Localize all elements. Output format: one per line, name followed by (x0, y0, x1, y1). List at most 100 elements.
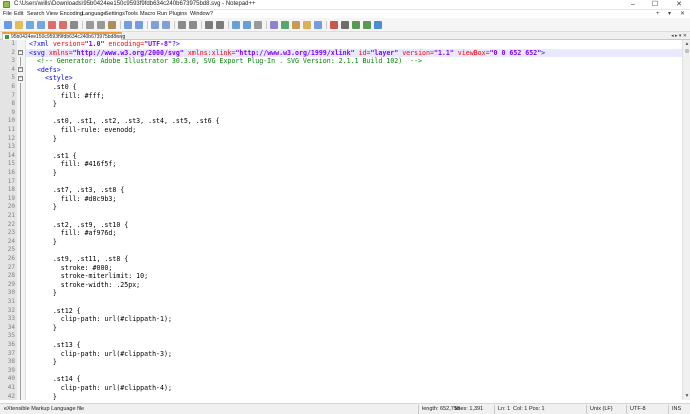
code-line[interactable]: 10 .st0, .st1, .st2, .st3, .st4, .st5, .… (8, 117, 682, 126)
code-line[interactable]: 29 stroke-width: .25px; (8, 280, 682, 290)
code-line[interactable]: 41 clip-path: url(#clippath-4); (8, 384, 682, 393)
sync-horizontal-icon[interactable] (216, 21, 224, 29)
monitoring-icon[interactable] (314, 21, 322, 29)
menu-edit[interactable]: Edit (14, 10, 23, 18)
menu-search[interactable]: Search (27, 10, 44, 18)
new-file-icon[interactable] (4, 21, 12, 29)
code-line[interactable]: 19 fill: #d8c9b3; (8, 194, 682, 204)
all-chars-icon[interactable] (243, 21, 251, 29)
code-line[interactable]: 9 (11, 108, 682, 118)
menu-run[interactable]: Run (157, 10, 167, 18)
code-line[interactable]: 34 } (8, 323, 682, 333)
code-line[interactable]: 16 } (8, 169, 682, 178)
menu-encoding[interactable]: Encoding (60, 10, 83, 18)
close-icon[interactable] (48, 21, 56, 29)
code-line[interactable]: 15 fill: #416f5f; (8, 160, 682, 169)
fold-toggle-icon[interactable]: − (18, 50, 23, 56)
code-line[interactable]: 11 fill-rule: evenodd; (8, 126, 682, 135)
code-line[interactable]: 39 (8, 366, 682, 376)
menu-tools[interactable]: Tools (125, 10, 138, 18)
document-tab[interactable]: 95b0424ee150c9593f9fdb634c240b673975bd8.… (2, 32, 125, 40)
code-line[interactable]: 30 } (8, 289, 682, 298)
code-line[interactable]: 21 (8, 212, 682, 221)
code-line[interactable]: 20 } (8, 203, 682, 212)
maximize-button[interactable]: ☐ (648, 0, 662, 10)
code-line[interactable]: 33 clip-path: url(#clippath-1); (8, 315, 682, 324)
code-line[interactable]: 8 } (11, 100, 682, 109)
record-macro-icon[interactable] (330, 21, 338, 29)
fold-margin[interactable] (17, 40, 26, 400)
code-line[interactable]: 13 (8, 143, 682, 152)
code-line[interactable]: 5− <style> (11, 74, 682, 83)
status-insert-mode[interactable]: INS (672, 404, 681, 414)
status-eol-format[interactable]: Unix (LF) (590, 404, 613, 414)
code-line[interactable]: 17 (8, 177, 682, 187)
zoom-in-icon[interactable] (178, 21, 186, 29)
menu-macro[interactable]: Macro (140, 10, 155, 18)
code-line[interactable]: 3 <!-- Generator: Adobe Illustrator 30.3… (11, 57, 682, 66)
zoom-out-icon[interactable] (189, 21, 197, 29)
editor-area[interactable]: 1 <?xml version="1.0" encoding="UTF-8"?> 2… (0, 40, 690, 400)
status-encoding[interactable]: UTF-8 (630, 404, 646, 414)
code-line[interactable]: 1 <?xml version="1.0" encoding="UTF-8"?> (11, 40, 682, 49)
scroll-up-arrow-icon[interactable]: ▲ (683, 40, 690, 48)
code-line[interactable]: 32 .st12 { (8, 306, 682, 316)
code-line[interactable]: 28 stroke-miterlimit: 10; (8, 272, 682, 281)
code-line[interactable]: 35 (8, 332, 682, 341)
vertical-scrollbar[interactable]: ▲ ▼ (682, 40, 690, 400)
fold-toggle-icon[interactable]: − (18, 67, 23, 73)
code-line[interactable]: 42 } (8, 392, 682, 400)
code-line[interactable]: 4− <defs> (11, 66, 682, 75)
save-macro-icon[interactable] (374, 21, 382, 29)
function-list-icon[interactable] (292, 21, 300, 29)
code-line[interactable]: 18 .st7, .st3, .st8 { (8, 186, 682, 195)
copy-icon[interactable] (97, 21, 105, 29)
doc-map-icon[interactable] (281, 21, 289, 29)
code-view[interactable]: 1 <?xml version="1.0" encoding="UTF-8"?> 2… (8, 40, 682, 400)
code-line[interactable]: 40 .st14 { (8, 375, 682, 384)
sync-vertical-icon[interactable] (205, 21, 213, 29)
code-line[interactable]: 26 .st9, .st11, .st8 { (8, 255, 682, 264)
menu-file[interactable]: File (3, 10, 12, 18)
code-line[interactable]: 25 (8, 246, 682, 255)
code-line[interactable]: 7 fill: #fff; (11, 91, 682, 101)
menu-help[interactable]: ? (210, 10, 213, 18)
run-macro-icon[interactable] (363, 21, 371, 29)
code-line[interactable]: 6 .st0 { (11, 83, 682, 92)
word-wrap-icon[interactable] (232, 21, 240, 29)
play-macro-icon[interactable] (352, 21, 360, 29)
folder-workspace-icon[interactable] (303, 21, 311, 29)
save-icon[interactable] (26, 21, 34, 29)
code-line[interactable]: 31 (8, 298, 682, 307)
code-line[interactable]: 22 .st2, .st9, .st10 { (8, 220, 682, 230)
replace-icon[interactable] (162, 21, 170, 29)
code-line[interactable]: 27 stroke: #000; (8, 263, 682, 273)
close-all-icon[interactable] (59, 21, 67, 29)
tab-scroll-arrows[interactable]: ◂ ▸ ▾ ✕ (671, 32, 687, 40)
code-line[interactable]: 38 } (8, 358, 682, 367)
undo-icon[interactable] (124, 21, 132, 29)
fold-toggle-icon[interactable]: − (18, 75, 23, 81)
close-document-button[interactable]: ✕ (680, 10, 685, 18)
redo-icon[interactable] (135, 21, 143, 29)
paste-icon[interactable] (108, 21, 116, 29)
code-line[interactable]: 12 } (8, 134, 682, 144)
menu-settings[interactable]: Settings (105, 10, 125, 18)
minimize-button[interactable]: – (626, 0, 640, 10)
code-line[interactable]: 36 .st13 { (8, 341, 682, 350)
open-file-icon[interactable] (15, 21, 23, 29)
save-all-icon[interactable] (37, 21, 45, 29)
scroll-down-arrow-icon[interactable]: ▼ (683, 392, 690, 400)
code-line[interactable]: 14 .st1 { (8, 151, 682, 161)
menu-view[interactable]: View (46, 10, 58, 18)
find-icon[interactable] (151, 21, 159, 29)
stop-macro-icon[interactable] (341, 21, 349, 29)
menu-plugins[interactable]: Plugins (169, 10, 187, 18)
new-tab-button[interactable]: + (656, 10, 660, 18)
code-line[interactable]: 2− <svg xmlns="http://www.w3.org/2000/svg… (11, 48, 682, 58)
menu-window[interactable]: Window (190, 10, 210, 18)
code-line[interactable]: 24 } (8, 237, 682, 247)
tab-list-dropdown[interactable]: ▾ (668, 10, 671, 18)
print-icon[interactable] (70, 21, 78, 29)
scrollbar-thumb[interactable] (685, 49, 689, 53)
